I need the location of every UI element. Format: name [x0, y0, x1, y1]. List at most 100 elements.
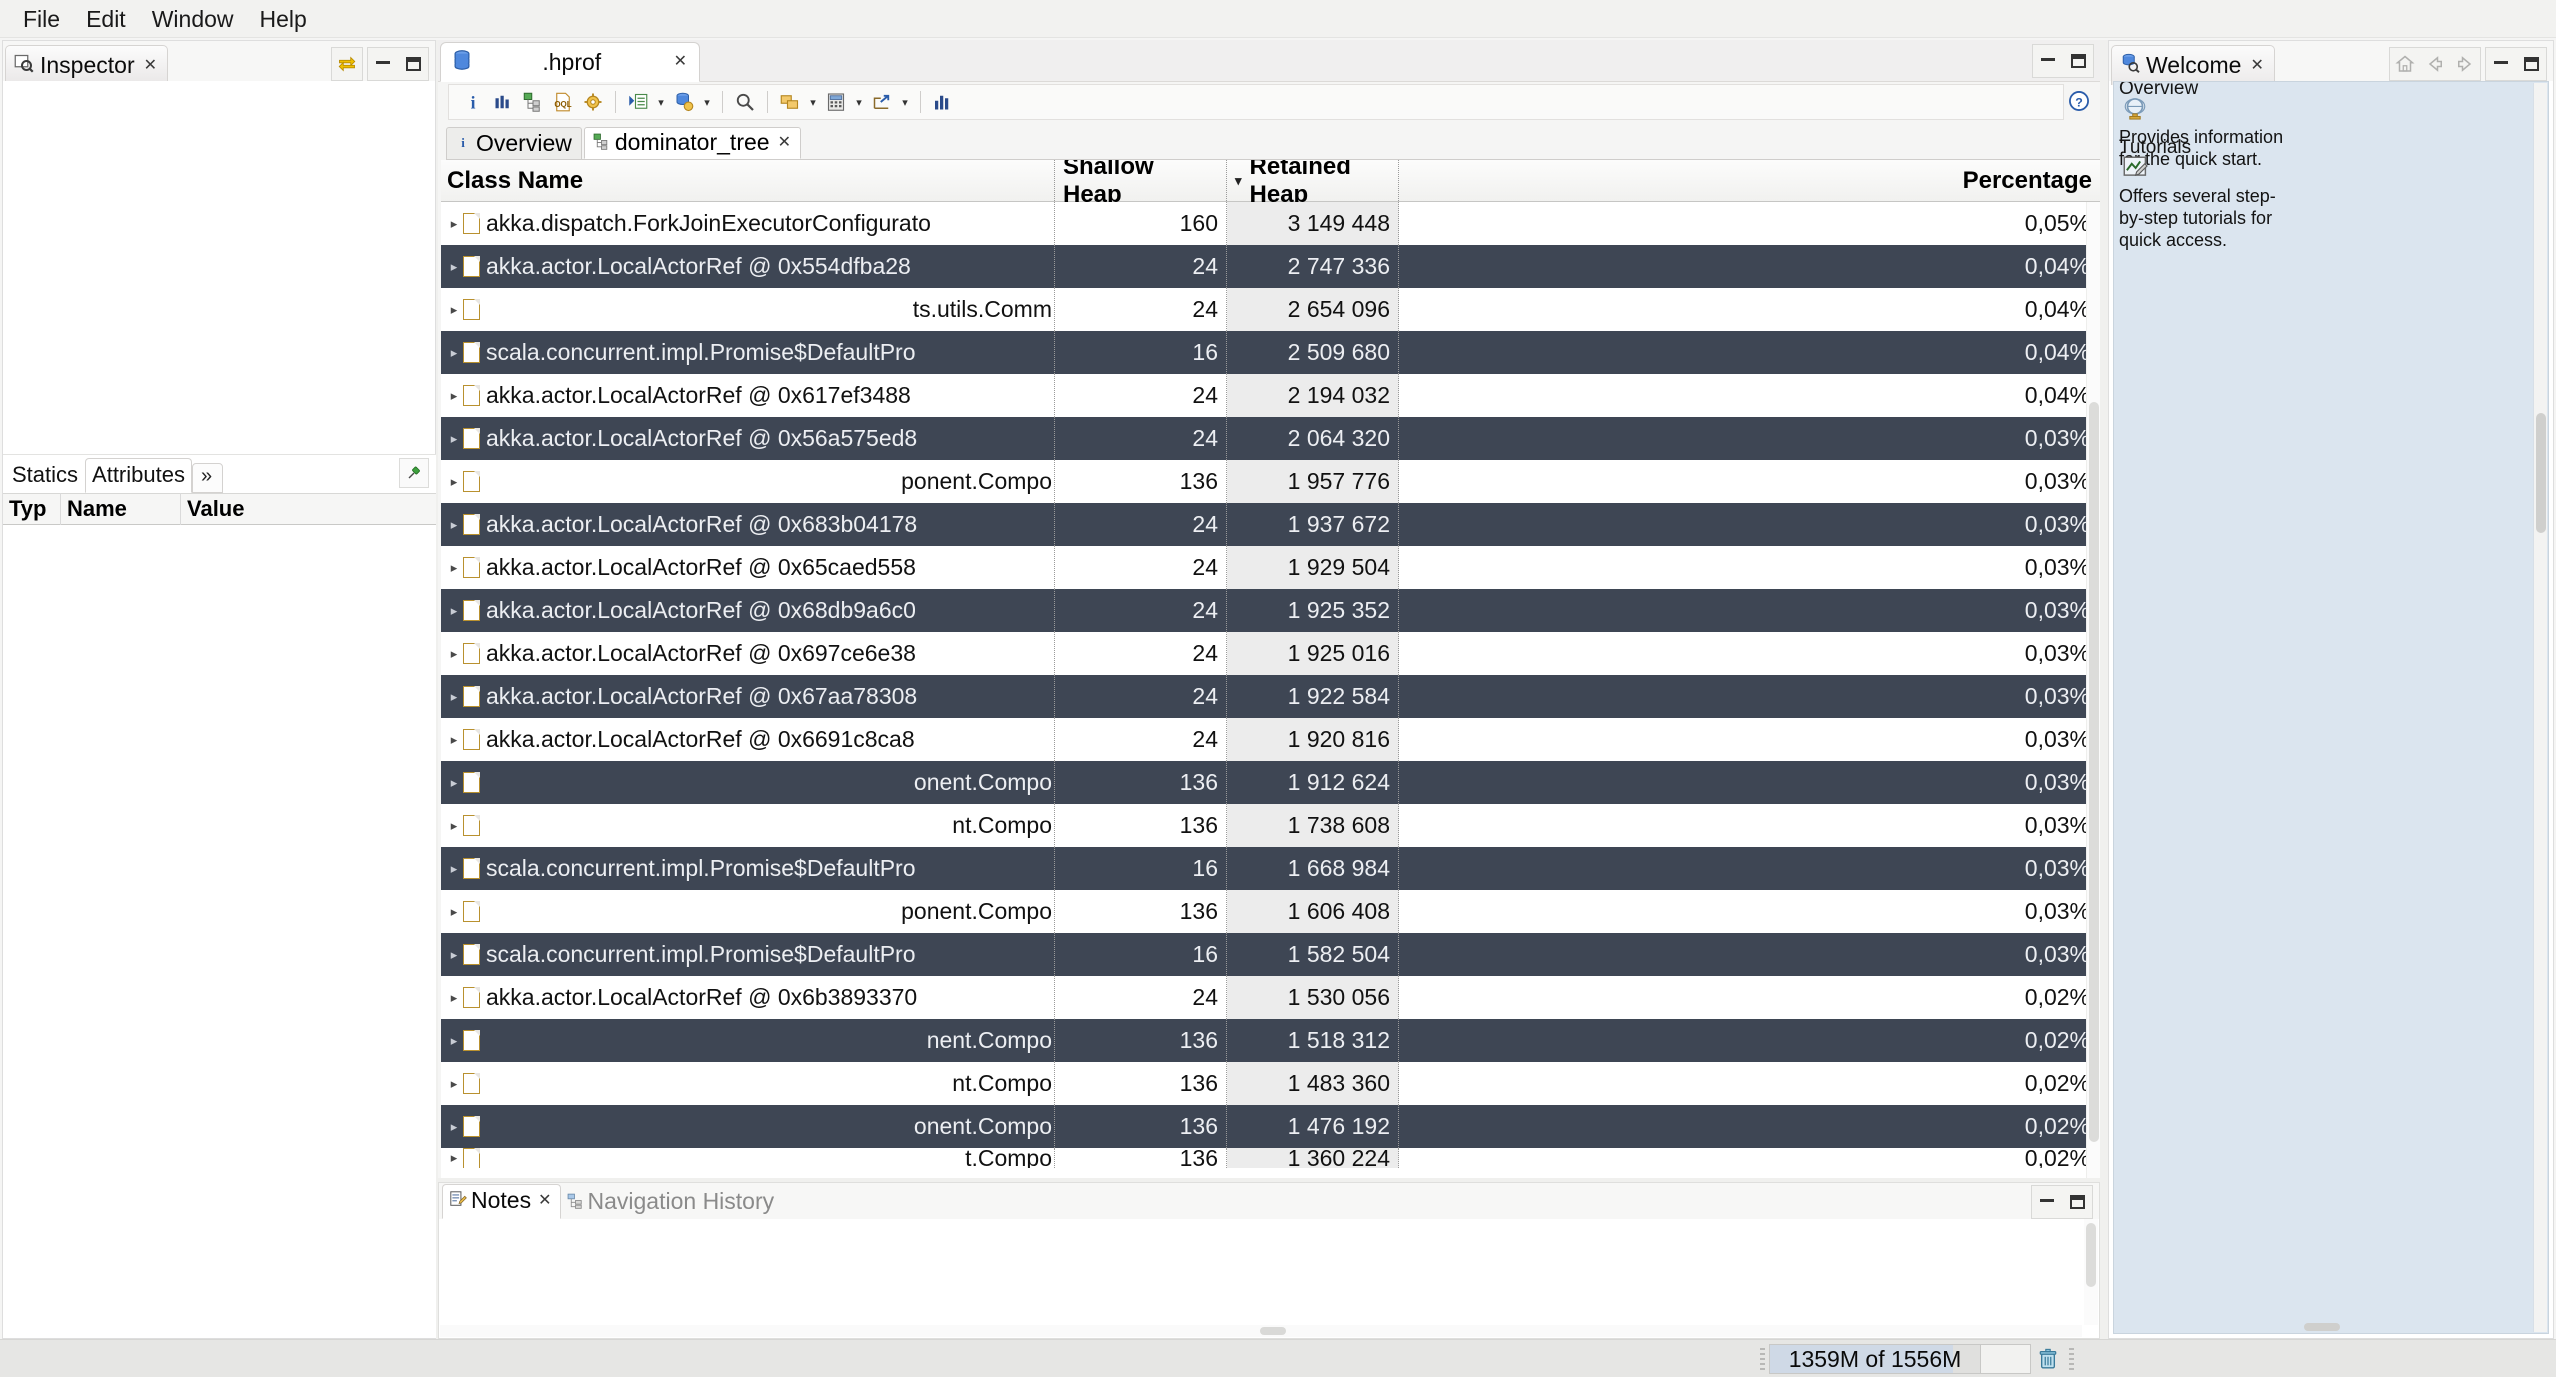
table-row[interactable]: ▸onent.Compo1361 912 6240,03% [441, 761, 2100, 804]
expand-arrow-icon[interactable]: ▸ [447, 904, 461, 920]
expand-arrow-icon[interactable]: ▸ [447, 474, 461, 490]
expand-arrow-icon[interactable]: ▸ [447, 560, 461, 576]
export-icon[interactable] [868, 88, 896, 116]
search-icon[interactable] [731, 88, 759, 116]
notes-vertical-scrollbar[interactable] [2084, 1219, 2098, 1325]
expand-arrow-icon[interactable]: ▸ [447, 818, 461, 834]
welcome-vscroll-thumb[interactable] [2536, 413, 2546, 533]
cell-class-name[interactable]: ▸akka.actor.LocalActorRef @ 0x6b3893370 [441, 976, 1055, 1019]
table-row[interactable]: ▸scala.concurrent.impl.Promise$DefaultPr… [441, 331, 2100, 374]
heap-widget-grip-right[interactable] [2069, 1348, 2074, 1370]
query-browser-icon[interactable] [670, 88, 698, 116]
table-row[interactable]: ▸akka.actor.LocalActorRef @ 0x6691c8ca82… [441, 718, 2100, 761]
sash-right[interactable] [2100, 40, 2108, 1339]
group-by-icon[interactable] [776, 88, 804, 116]
cell-class-name[interactable]: ▸scala.concurrent.impl.Promise$DefaultPr… [441, 331, 1055, 374]
table-row[interactable]: ▸scala.concurrent.impl.Promise$DefaultPr… [441, 933, 2100, 976]
tab-inspector[interactable]: Inspector ✕ [5, 45, 168, 85]
chevron-down-icon[interactable]: ▾ [654, 89, 668, 115]
table-row[interactable]: ▸akka.actor.LocalActorRef @ 0x617ef34882… [441, 374, 2100, 417]
subtab-attributes[interactable]: Attributes [85, 458, 192, 493]
cell-class-name[interactable]: ▸ponent.Compo [441, 890, 1055, 933]
cell-class-name[interactable]: ▸onent.Compo [441, 1105, 1055, 1148]
cell-class-name[interactable]: ▸akka.actor.LocalActorRef @ 0x65caed558 [441, 546, 1055, 589]
heap-usage-bar[interactable]: 1359M of 1556M [1769, 1344, 1981, 1374]
chart-icon[interactable] [929, 88, 957, 116]
expand-arrow-icon[interactable]: ▸ [447, 732, 461, 748]
column-header-class-name[interactable]: Class Name [441, 160, 1055, 201]
table-row[interactable]: ▸onent.Compo1361 476 1920,02% [441, 1105, 2100, 1148]
menu-window[interactable]: Window [139, 3, 247, 35]
cell-class-name[interactable]: ▸akka.actor.LocalActorRef @ 0x56a575ed8 [441, 417, 1055, 460]
expand-arrow-icon[interactable]: ▸ [447, 259, 461, 275]
chevron-down-icon[interactable]: ▾ [806, 89, 820, 115]
table-row[interactable]: ▸ponent.Compo1361 606 4080,03% [441, 890, 2100, 933]
expand-arrow-icon[interactable]: ▸ [447, 517, 461, 533]
table-row[interactable]: ▸nt.Compo1361 738 6080,03% [441, 804, 2100, 847]
column-header-retained-heap[interactable]: ▾ Retained Heap [1227, 160, 1399, 201]
chevron-down-icon[interactable]: ▾ [898, 89, 912, 115]
cell-class-name[interactable]: ▸akka.actor.LocalActorRef @ 0x554dfba28 [441, 245, 1055, 288]
heap-status-widget[interactable]: 1359M of 1556M [1756, 1343, 2078, 1375]
close-icon[interactable]: ✕ [778, 135, 791, 151]
cell-class-name[interactable]: ▸akka.actor.LocalActorRef @ 0x68db9a6c0 [441, 589, 1055, 632]
expand-arrow-icon[interactable]: ▸ [447, 388, 461, 404]
cell-class-name[interactable]: ▸nt.Compo [441, 1062, 1055, 1105]
cell-class-name[interactable]: ▸ts.utils.Comm [441, 288, 1055, 331]
calculator-icon[interactable] [822, 88, 850, 116]
minimize-button[interactable] [2033, 46, 2063, 76]
dominator-tree-icon[interactable] [519, 88, 547, 116]
minimize-button[interactable] [2032, 1187, 2062, 1217]
trash-icon[interactable] [2031, 1344, 2065, 1374]
cell-class-name[interactable]: ▸akka.actor.LocalActorRef @ 0x697ce6e38 [441, 632, 1055, 675]
cell-class-name[interactable]: ▸akka.actor.LocalActorRef @ 0x67aa78308 [441, 675, 1055, 718]
expand-arrow-icon[interactable]: ▸ [447, 1150, 461, 1166]
expand-arrow-icon[interactable]: ▸ [447, 345, 461, 361]
back-icon[interactable] [2420, 49, 2450, 79]
tab-welcome[interactable]: Welcome ✕ [2111, 45, 2275, 85]
table-row[interactable]: ▸akka.actor.LocalActorRef @ 0x68db9a6c02… [441, 589, 2100, 632]
chevron-down-icon[interactable]: ▾ [852, 89, 866, 115]
tab-overview[interactable]: i Overview [446, 127, 582, 159]
home-icon[interactable] [2390, 49, 2420, 79]
notes-vscroll-thumb[interactable] [2086, 1223, 2096, 1287]
minimize-button[interactable] [2486, 49, 2516, 79]
cell-class-name[interactable]: ▸akka.actor.LocalActorRef @ 0x6691c8ca8 [441, 718, 1055, 761]
table-row[interactable]: ▸ponent.Compo1361 957 7760,03% [441, 460, 2100, 503]
maximize-button[interactable] [2062, 1187, 2092, 1217]
tab-dominator-tree[interactable]: dominator_tree ✕ [584, 127, 801, 159]
tab-notes[interactable]: Notes ✕ [442, 1184, 561, 1219]
cell-class-name[interactable]: ▸akka.dispatch.ForkJoinExecutorConfigura… [441, 202, 1055, 245]
expand-arrow-icon[interactable]: ▸ [447, 1033, 461, 1049]
close-icon[interactable]: ✕ [144, 58, 157, 74]
expand-arrow-icon[interactable]: ▸ [447, 775, 461, 791]
menu-edit[interactable]: Edit [73, 3, 139, 35]
cell-class-name[interactable]: ▸akka.actor.LocalActorRef @ 0x683b04178 [441, 503, 1055, 546]
gear-icon[interactable] [579, 88, 607, 116]
column-typ[interactable]: Typ [3, 493, 61, 525]
table-row[interactable]: ▸akka.actor.LocalActorRef @ 0x554dfba282… [441, 245, 2100, 288]
minimize-button[interactable] [368, 49, 398, 79]
cell-class-name[interactable]: ▸onent.Compo [441, 761, 1055, 804]
notes-hscroll-thumb[interactable] [1260, 1327, 1286, 1335]
expand-arrow-icon[interactable]: ▸ [447, 603, 461, 619]
cell-class-name[interactable]: ▸nt.Compo [441, 804, 1055, 847]
column-header-percentage[interactable]: Percentage [1399, 160, 2100, 201]
subtab-statics[interactable]: Statics [5, 458, 85, 493]
table-scroll-thumb[interactable] [2089, 402, 2099, 1142]
table-row[interactable]: ▸scala.concurrent.impl.Promise$DefaultPr… [441, 847, 2100, 890]
info-icon[interactable]: i [459, 88, 487, 116]
notes-horizontal-scrollbar[interactable] [440, 1325, 2082, 1337]
chevron-down-icon[interactable]: ▾ [700, 89, 714, 115]
notes-text-area[interactable] [440, 1219, 2098, 1337]
table-row[interactable]: ▸ts.utils.Comm242 654 0960,04% [441, 288, 2100, 331]
oql-icon[interactable]: OQL [549, 88, 577, 116]
table-row[interactable]: ▸t.Compo1361 360 2240,02% [441, 1148, 2100, 1168]
expand-arrow-icon[interactable]: ▸ [447, 302, 461, 318]
table-row[interactable]: ▸akka.actor.LocalActorRef @ 0x6b38933702… [441, 976, 2100, 1019]
cell-class-name[interactable]: ▸t.Compo [441, 1148, 1055, 1168]
expand-arrow-icon[interactable]: ▸ [447, 861, 461, 877]
cell-class-name[interactable]: ▸nent.Compo [441, 1019, 1055, 1062]
table-row[interactable]: ▸nent.Compo1361 518 3120,02% [441, 1019, 2100, 1062]
menu-file[interactable]: File [10, 3, 73, 35]
